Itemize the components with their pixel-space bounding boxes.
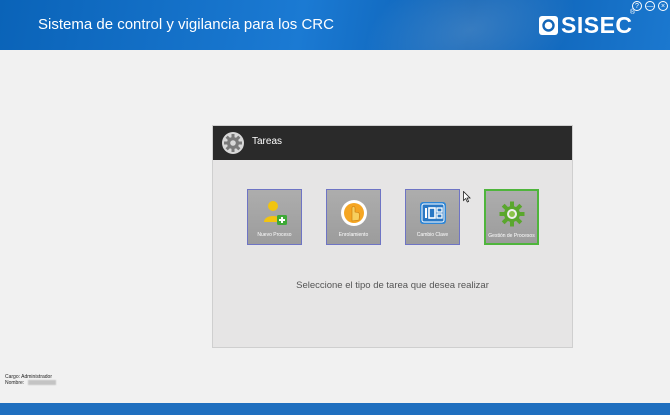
minimize-button[interactable]: — xyxy=(645,1,655,11)
redacted-name xyxy=(27,380,56,386)
tile-label: Enrolamiento xyxy=(338,232,369,238)
panel-title: Tareas xyxy=(252,136,283,147)
footer-bar xyxy=(0,403,670,415)
tile-label: Cambio Clave xyxy=(416,232,449,238)
tile-enrolamiento[interactable]: Enrolamiento xyxy=(326,189,381,245)
nombre-label: Nombre: xyxy=(5,380,25,386)
app-header: Sistema de control y vigilancia para los… xyxy=(0,0,670,50)
keypad-icon xyxy=(419,202,446,224)
gear-icon xyxy=(222,132,244,154)
gear-icon xyxy=(499,201,524,227)
tasks-panel: Tareas Nuevo Proceso Enrolamiento Cambio… xyxy=(212,125,573,348)
app-title: Sistema de control y vigilancia para los… xyxy=(38,16,334,33)
tile-gestion-de-procesos[interactable]: Gestión de Procesos xyxy=(484,189,539,245)
sisec-logo: SISEC ® xyxy=(539,9,635,38)
user-add-icon xyxy=(263,201,287,225)
tile-label: Nuevo Proceso xyxy=(257,232,292,238)
tile-label: Gestión de Procesos xyxy=(488,233,535,239)
user-info: Cargo: Administrador Nombre: xyxy=(5,374,56,386)
instruction-text: Seleccione el tipo de tarea que desea re… xyxy=(296,280,489,291)
close-button[interactable]: × xyxy=(658,1,668,11)
mouse-cursor-icon xyxy=(463,191,471,203)
tile-cambio-clave[interactable]: Cambio Clave xyxy=(405,189,460,245)
tasks-panel-header: Tareas xyxy=(213,126,572,160)
logo-ring-icon xyxy=(539,15,558,35)
help-button[interactable]: ? xyxy=(632,1,642,11)
fingerprint-touch-icon xyxy=(340,200,367,226)
logo-text: SISEC xyxy=(561,11,633,38)
nombre-line: Nombre: xyxy=(5,380,56,386)
tile-nuevo-proceso[interactable]: Nuevo Proceso xyxy=(247,189,302,245)
